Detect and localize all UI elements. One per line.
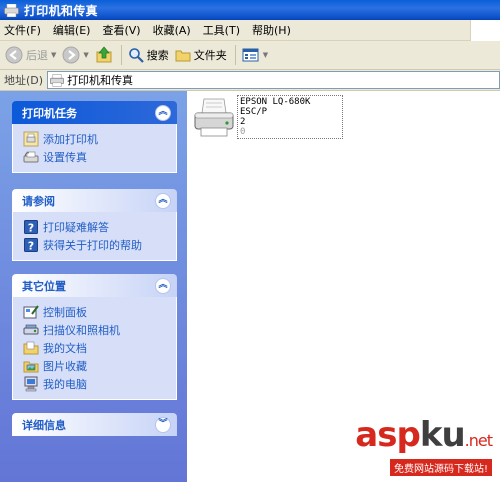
back-label: 后退 (26, 49, 48, 62)
panel-header[interactable]: 请参阅 ︽ (12, 189, 177, 212)
menu-view[interactable]: 查看(V) (102, 22, 140, 38)
panel-title: 详细信息 (22, 418, 66, 432)
menu-edit[interactable]: 编辑(E) (53, 22, 91, 38)
panel-title: 打印机任务 (22, 106, 77, 120)
printer-name: EPSON LQ-680K ESC/P (240, 97, 311, 117)
printer-item[interactable]: EPSON LQ-680K ESC/P 2 0 (192, 95, 343, 139)
task-label: 控制面板 (43, 306, 87, 319)
folder-up-icon (96, 46, 112, 63)
menu-tools[interactable]: 工具(T) (203, 22, 240, 38)
task-label: 设置传真 (43, 151, 87, 164)
expand-icon[interactable]: ︾ (155, 416, 171, 433)
control-panel-icon (23, 305, 39, 319)
task-label: 添加打印机 (43, 133, 98, 146)
svg-text:?: ? (28, 222, 34, 235)
watermark: aspku.net 免费网站源码下载站! (355, 415, 493, 476)
panel-see-also: 请参阅 ︽ ? 打印疑难解答 ? 获得关于打印的帮助 (12, 189, 177, 261)
menu-help[interactable]: 帮助(H) (252, 22, 291, 38)
toolbar: 后退 ▼ ▼ 搜索 文件夹 ▼ (0, 41, 500, 70)
computer-icon (24, 376, 38, 392)
back-button[interactable]: 后退 ▼ (5, 46, 56, 64)
folders-button[interactable]: 文件夹 (175, 47, 227, 63)
toolbar-separator (234, 45, 236, 65)
task-pane: 打印机任务 ︽ 添加打印机 设置传真 请参阅 ︽ ? 打印疑难解答 ? 获得关于… (0, 91, 187, 482)
panel-body: ? 打印疑难解答 ? 获得关于打印的帮助 (12, 212, 177, 261)
windows-logo (470, 20, 500, 41)
up-button[interactable] (95, 46, 113, 64)
collapse-icon[interactable]: ︽ (155, 104, 171, 121)
help-icon: ? (24, 220, 38, 235)
menu-favorites[interactable]: 收藏(A) (153, 22, 191, 38)
task-control-panel[interactable]: 控制面板 (23, 303, 176, 321)
task-print-help[interactable]: ? 获得关于打印的帮助 (23, 236, 176, 254)
address-bar: 地址(D) 打印机和传真 (0, 70, 500, 91)
printer-docs: 2 (240, 117, 246, 127)
printer-icon (4, 3, 19, 17)
panel-body: 控制面板 扫描仪和照相机 我的文档 图片收藏 我的电脑 (12, 297, 177, 400)
task-my-computer[interactable]: 我的电脑 (23, 375, 176, 393)
panel-title: 其它位置 (22, 279, 66, 293)
task-setup-fax[interactable]: 设置传真 (23, 148, 176, 166)
address-label: 地址(D) (4, 74, 44, 87)
collapse-icon[interactable]: ︽ (155, 192, 171, 209)
search-icon (128, 48, 144, 63)
task-my-pictures[interactable]: 图片收藏 (23, 357, 176, 375)
printer-status: 0 (240, 127, 246, 137)
views-icon (242, 48, 259, 62)
chevron-down-icon: ▼ (262, 51, 269, 59)
task-scanners-cameras[interactable]: 扫描仪和照相机 (23, 321, 176, 339)
window-title: 打印机和传真 (24, 3, 98, 18)
address-value: 打印机和传真 (67, 74, 134, 87)
panel-printer-tasks: 打印机任务 ︽ 添加打印机 设置传真 (12, 101, 177, 173)
task-add-printer[interactable]: 添加打印机 (23, 130, 176, 148)
collapse-icon[interactable]: ︽ (155, 277, 171, 294)
panel-other-places: 其它位置 ︽ 控制面板 扫描仪和照相机 我的文档 图片收藏 我的电脑 (12, 274, 177, 400)
add-printer-icon (23, 131, 39, 147)
task-label: 图片收藏 (43, 360, 87, 373)
help-icon: ? (24, 238, 38, 253)
fax-icon (23, 151, 39, 163)
views-button[interactable]: ▼ (242, 47, 268, 63)
task-label: 扫描仪和照相机 (43, 324, 120, 337)
back-arrow-icon (5, 46, 23, 64)
panel-header[interactable]: 其它位置 ︽ (12, 274, 177, 297)
search-label: 搜索 (146, 49, 169, 62)
printer-label: EPSON LQ-680K ESC/P 2 0 (237, 95, 343, 139)
task-print-troubleshooter[interactable]: ? 打印疑难解答 (23, 218, 176, 236)
menu-file[interactable]: 文件(F) (4, 22, 41, 38)
search-button[interactable]: 搜索 (128, 47, 169, 63)
content-area: EPSON LQ-680K ESC/P 2 0 aspku.net 免费网站源码… (187, 91, 500, 482)
panel-details: 详细信息 ︾ (12, 413, 177, 436)
task-label: 我的电脑 (43, 378, 87, 391)
title-bar: 打印机和传真 (0, 0, 500, 20)
menu-bar: 文件(F) 编辑(E) 查看(V) 收藏(A) 工具(T) 帮助(H) (0, 20, 500, 41)
forward-arrow-icon (62, 46, 80, 64)
watermark-tagline: 免费网站源码下载站! (389, 459, 492, 476)
forward-button[interactable]: ▼ (62, 46, 89, 64)
panel-body: 添加打印机 设置传真 (12, 124, 177, 173)
panel-header[interactable]: 详细信息 ︾ (12, 413, 177, 436)
folder-icon (23, 341, 39, 355)
task-label: 我的文档 (43, 342, 87, 355)
address-input[interactable]: 打印机和传真 (47, 71, 500, 89)
scanner-icon (23, 324, 39, 335)
task-label: 打印疑难解答 (43, 221, 109, 234)
folder-icon (175, 50, 191, 62)
toolbar-separator (120, 45, 122, 65)
task-label: 获得关于打印的帮助 (43, 239, 142, 252)
chevron-down-icon: ▼ (83, 51, 89, 59)
folders-label: 文件夹 (193, 49, 227, 62)
task-my-documents[interactable]: 我的文档 (23, 339, 176, 357)
chevron-down-icon: ▼ (51, 51, 57, 59)
printer-icon (50, 73, 64, 87)
pictures-icon (23, 361, 39, 373)
panel-title: 请参阅 (22, 194, 55, 208)
panel-header[interactable]: 打印机任务 ︽ (12, 101, 177, 124)
svg-text:?: ? (28, 240, 34, 253)
watermark-logo: aspku.net (355, 415, 493, 455)
printer-icon (194, 98, 234, 137)
